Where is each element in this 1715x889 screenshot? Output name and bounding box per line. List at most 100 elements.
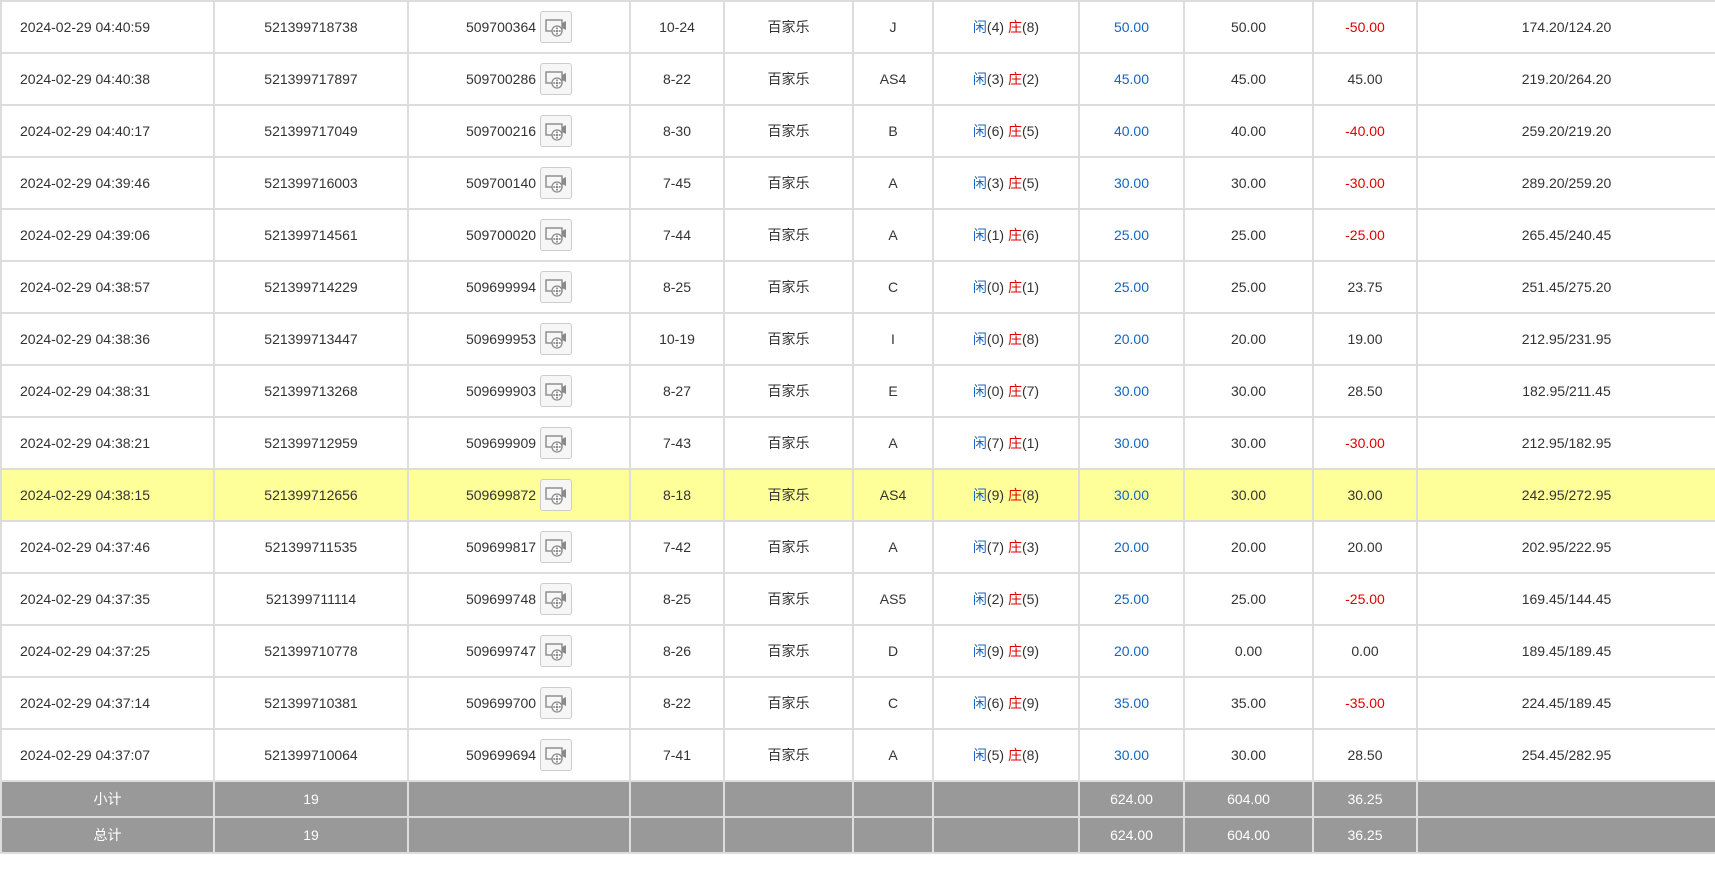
bet-amount: 40.00: [1078, 104, 1185, 158]
video-replay-icon[interactable]: [540, 531, 573, 563]
banker-label: 庄: [1007, 487, 1022, 503]
result-cell: 闲(0) 庄(7): [932, 364, 1080, 418]
video-replay-icon[interactable]: [540, 115, 573, 147]
balance: 174.20/124.20: [1416, 0, 1715, 54]
subtotal-empty: [1416, 780, 1715, 818]
video-replay-icon[interactable]: [540, 219, 573, 251]
video-replay-icon[interactable]: [540, 323, 573, 355]
player-points: (7): [986, 539, 1005, 555]
banker-label: 庄: [1007, 227, 1022, 243]
banker-points: (6): [1021, 227, 1040, 243]
balance: 224.45/189.45: [1416, 676, 1715, 730]
bet-time: 2024-02-29 04:38:57: [0, 260, 215, 314]
bet-amount: 30.00: [1078, 416, 1185, 470]
bet-amount: 25.00: [1078, 208, 1185, 262]
total-valid: 604.00: [1183, 816, 1314, 854]
banker-label: 庄: [1007, 695, 1022, 711]
balance: 251.45/275.20: [1416, 260, 1715, 314]
bet-time: 2024-02-29 04:38:21: [0, 416, 215, 470]
video-replay-icon[interactable]: [540, 271, 573, 303]
round-cell: 509700140: [407, 156, 631, 210]
table-row: 2024-02-29 04:37:07 521399710064 5096996…: [0, 728, 1715, 782]
banker-label: 庄: [1007, 279, 1022, 295]
banker-points: (1): [1021, 279, 1040, 295]
shoe-round: 7-43: [629, 416, 725, 470]
bet-id: 521399710064: [213, 728, 409, 782]
valid-bet: 35.00: [1183, 676, 1314, 730]
player-label: 闲: [972, 383, 987, 399]
result-cell: 闲(7) 庄(3): [932, 520, 1080, 574]
banker-label: 庄: [1007, 331, 1022, 347]
table-name: C: [852, 260, 934, 314]
table-name: J: [852, 0, 934, 54]
bet-id: 521399713447: [213, 312, 409, 366]
player-points: (4): [986, 19, 1005, 35]
player-points: (0): [986, 331, 1005, 347]
round-id: 509699994: [465, 279, 537, 295]
total-empty: [1416, 816, 1715, 854]
video-replay-icon[interactable]: [540, 63, 573, 95]
round-cell: 509699747: [407, 624, 631, 678]
video-replay-icon[interactable]: [540, 739, 573, 771]
win-loss: 30.00: [1312, 468, 1418, 522]
bet-amount: 20.00: [1078, 520, 1185, 574]
round-cell: 509700286: [407, 52, 631, 106]
table-row: 2024-02-29 04:38:31 521399713268 5096999…: [0, 364, 1715, 418]
win-loss: 23.75: [1312, 260, 1418, 314]
bet-time: 2024-02-29 04:37:07: [0, 728, 215, 782]
round-cell: 509699700: [407, 676, 631, 730]
result-cell: 闲(7) 庄(1): [932, 416, 1080, 470]
video-replay-icon[interactable]: [540, 11, 573, 43]
table-name: A: [852, 156, 934, 210]
game-name: 百家乐: [723, 416, 854, 470]
table-name: A: [852, 520, 934, 574]
video-replay-icon[interactable]: [540, 583, 573, 615]
table-row: 2024-02-29 04:38:21 521399712959 5096999…: [0, 416, 1715, 470]
video-replay-icon[interactable]: [540, 427, 573, 459]
win-loss: 45.00: [1312, 52, 1418, 106]
player-label: 闲: [972, 747, 987, 763]
round-cell: 509700216: [407, 104, 631, 158]
valid-bet: 20.00: [1183, 312, 1314, 366]
video-replay-icon[interactable]: [540, 687, 573, 719]
win-loss: -30.00: [1312, 156, 1418, 210]
result-cell: 闲(4) 庄(8): [932, 0, 1080, 54]
round-id: 509699817: [465, 539, 537, 555]
balance: 259.20/219.20: [1416, 104, 1715, 158]
shoe-round: 7-41: [629, 728, 725, 782]
subtotal-bet: 624.00: [1078, 780, 1185, 818]
video-replay-icon[interactable]: [540, 167, 573, 199]
bet-amount: 20.00: [1078, 312, 1185, 366]
shoe-round: 7-42: [629, 520, 725, 574]
shoe-round: 8-18: [629, 468, 725, 522]
total-bet: 624.00: [1078, 816, 1185, 854]
video-replay-icon[interactable]: [540, 635, 573, 667]
round-id: 509699903: [465, 383, 537, 399]
video-replay-icon[interactable]: [540, 479, 573, 511]
result-cell: 闲(0) 庄(1): [932, 260, 1080, 314]
shoe-round: 10-19: [629, 312, 725, 366]
bet-time: 2024-02-29 04:38:36: [0, 312, 215, 366]
video-replay-icon[interactable]: [540, 375, 573, 407]
bet-id: 521399711535: [213, 520, 409, 574]
game-name: 百家乐: [723, 104, 854, 158]
bet-id: 521399714229: [213, 260, 409, 314]
result-cell: 闲(9) 庄(8): [932, 468, 1080, 522]
balance: 189.45/189.45: [1416, 624, 1715, 678]
balance: 254.45/282.95: [1416, 728, 1715, 782]
table-row: 2024-02-29 04:38:15 521399712656 5096998…: [0, 468, 1715, 522]
bet-id: 521399718738: [213, 0, 409, 54]
player-label: 闲: [972, 123, 987, 139]
table-name: AS4: [852, 468, 934, 522]
balance: 289.20/259.20: [1416, 156, 1715, 210]
table-name: C: [852, 676, 934, 730]
table-row: 2024-02-29 04:40:17 521399717049 5097002…: [0, 104, 1715, 158]
player-points: (3): [986, 175, 1005, 191]
table-body: 2024-02-29 04:40:59 521399718738 5097003…: [0, 0, 1715, 782]
balance: 219.20/264.20: [1416, 52, 1715, 106]
bet-id: 521399710381: [213, 676, 409, 730]
bet-amount: 30.00: [1078, 728, 1185, 782]
banker-label: 庄: [1007, 71, 1022, 87]
balance: 169.45/144.45: [1416, 572, 1715, 626]
player-label: 闲: [972, 331, 987, 347]
